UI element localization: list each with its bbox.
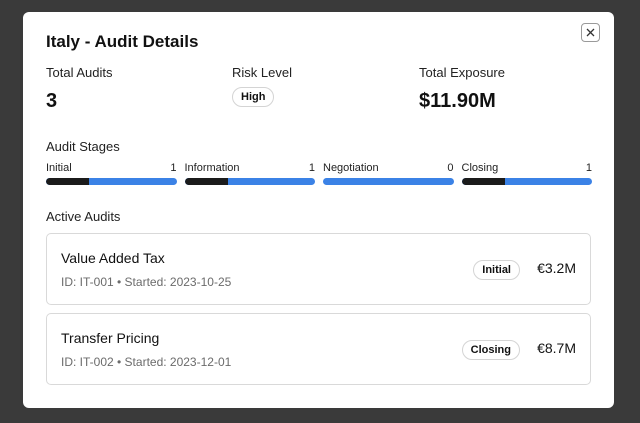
stage-negotiation: Negotiation 0	[323, 162, 454, 185]
stage-progress-fill	[184, 178, 228, 185]
risk-level-badge: High	[232, 87, 275, 107]
audit-stages-label: Audit Stages	[46, 139, 120, 154]
stage-count: 1	[308, 162, 315, 174]
audit-stages: Initial 1 Information 1 Negotiation 0 Cl…	[46, 162, 592, 185]
stage-name: Negotiation	[323, 162, 379, 174]
stage-count: 1	[585, 162, 592, 174]
stage-name: Information	[184, 162, 240, 174]
stage-count: 1	[170, 162, 177, 174]
risk-level-stat: Risk Level High	[232, 65, 292, 107]
audit-name: Value Added Tax	[61, 250, 165, 266]
total-audits-value: 3	[46, 90, 58, 112]
active-audits-label: Active Audits	[46, 209, 121, 224]
close-icon	[586, 28, 595, 37]
stage-progress-bar	[46, 178, 177, 185]
total-exposure-label: Total Exposure	[419, 65, 505, 80]
audit-amount: €3.2M	[537, 260, 576, 276]
stage-information: Information 1	[184, 162, 315, 185]
stage-progress-bar	[323, 178, 454, 185]
stage-progress-bar	[461, 178, 592, 185]
stage-count: 0	[447, 162, 454, 174]
total-audits-stat: Total Audits 3	[46, 65, 113, 113]
stage-initial: Initial 1	[46, 162, 177, 185]
audit-amount: €8.7M	[537, 340, 576, 356]
audit-name: Transfer Pricing	[61, 330, 160, 346]
stage-progress-bar	[184, 178, 315, 185]
audit-card[interactable]: Transfer Pricing ID: IT-002 • Started: 2…	[46, 313, 591, 385]
audit-meta: ID: IT-002 • Started: 2023-12-01	[61, 355, 232, 369]
total-exposure-value: $11.90M	[419, 90, 496, 112]
audit-status-badge: Closing	[461, 340, 520, 360]
risk-level-label: Risk Level	[232, 65, 292, 80]
audit-status-badge: Initial	[473, 260, 520, 280]
stage-name: Initial	[46, 162, 72, 174]
stage-progress-fill	[461, 178, 505, 185]
modal-title: Italy - Audit Details	[46, 32, 199, 51]
stage-name: Closing	[461, 162, 499, 174]
total-audits-label: Total Audits	[46, 65, 113, 80]
audit-meta: ID: IT-001 • Started: 2023-10-25	[61, 275, 232, 289]
audit-card[interactable]: Value Added Tax ID: IT-001 • Started: 20…	[46, 233, 591, 305]
close-button[interactable]	[581, 23, 600, 42]
audit-details-modal: Italy - Audit Details Total Audits 3 Ris…	[23, 12, 614, 408]
stage-closing: Closing 1	[461, 162, 592, 185]
stage-progress-fill	[46, 178, 90, 185]
total-exposure-stat: Total Exposure $11.90M	[419, 65, 505, 113]
